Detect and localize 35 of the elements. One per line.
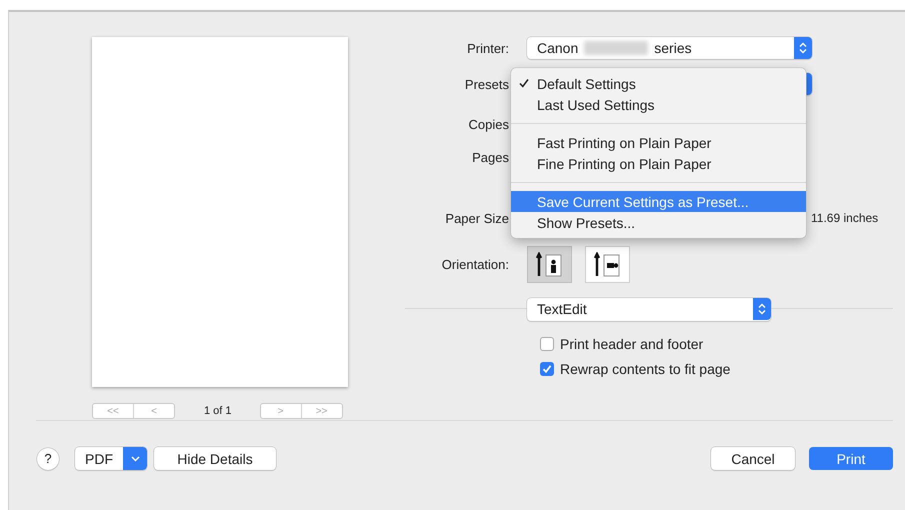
landscape-orientation-button[interactable] <box>585 246 630 283</box>
cancel-button[interactable]: Cancel <box>711 447 795 470</box>
field-label: Orientation: <box>440 257 509 272</box>
printer-name: series <box>654 40 692 56</box>
menu-item[interactable]: Fine Printing on Plain Paper <box>511 153 806 174</box>
stepper-icon <box>799 42 807 54</box>
pdf-menu-button[interactable]: PDF <box>75 447 147 470</box>
checkbox-label: Print header and footer <box>560 336 704 352</box>
app-popup[interactable]: TextEdit <box>527 298 771 320</box>
printer-name: Canon <box>537 40 578 56</box>
paper-dimensions: 11.69 inches <box>811 211 878 225</box>
help-button[interactable]: ? <box>37 448 59 470</box>
page-counter: 1 of 1 <box>204 405 232 417</box>
print-button[interactable]: Print <box>809 447 893 470</box>
printer-popup[interactable]: Canon series <box>527 37 812 59</box>
checkbox[interactable] <box>540 336 554 350</box>
orientation-icon <box>534 252 564 278</box>
menu-item[interactable]: Default Settings <box>511 73 806 94</box>
chevron-down-icon <box>130 456 140 462</box>
field-label: Paper Size <box>444 210 509 226</box>
checkbox-label: Rewrap contents to fit page <box>560 360 730 376</box>
field-label: Pages <box>471 150 509 164</box>
portrait-orientation-button[interactable] <box>527 246 572 283</box>
field-label: Printer: <box>466 40 509 56</box>
menu-item[interactable]: Fast Printing on Plain Paper <box>511 132 806 153</box>
menu-item[interactable]: Save Current Settings as Preset... <box>511 191 806 212</box>
field-label: Copies <box>468 116 509 132</box>
hide-details-button[interactable]: Hide Details <box>154 447 276 470</box>
redacted-text <box>584 41 648 55</box>
menu-item[interactable]: Show Presets... <box>511 212 806 233</box>
stepper-icon <box>758 303 766 315</box>
orientation-icon <box>592 252 622 278</box>
menu-item[interactable]: Last Used Settings <box>511 94 806 115</box>
field-label: Presets <box>464 76 509 92</box>
checkbox[interactable] <box>540 362 554 376</box>
